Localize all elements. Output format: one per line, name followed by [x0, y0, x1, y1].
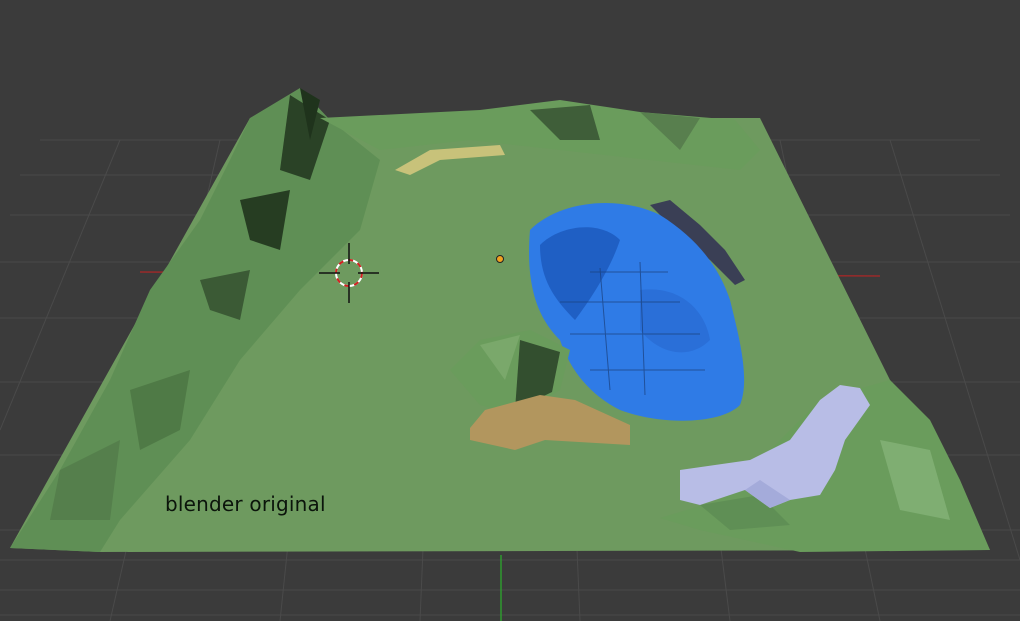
- object-origin-icon[interactable]: [496, 255, 504, 263]
- viewport-overlay-label: blender original: [165, 492, 326, 516]
- 3d-viewport[interactable]: blender original: [0, 0, 1020, 621]
- viewport-scene[interactable]: [0, 0, 1020, 621]
